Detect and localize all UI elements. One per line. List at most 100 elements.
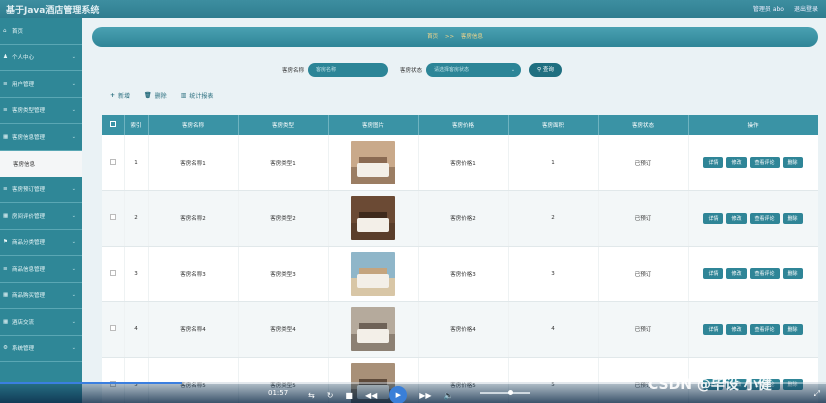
chevron-down-icon: ⌄ [71,265,76,272]
room-table: 索引 客房名称 客房类型 客房图片 客房价格 客房面积 客房状态 操作 1 客房名称1 客房类型1… [102,115,818,403]
sidebar-item[interactable]: ⌂ 首页 [0,18,82,45]
delete-row-button[interactable]: 删除 [782,268,803,280]
sidebar-item[interactable]: ⚙ 系统管理 ⌄ [0,336,82,362]
room-photo [351,307,395,352]
list-icon: ≡ [3,265,8,272]
main-content: 首页 >> 客房信息 客房名称 客房名称 客房状态 请选择客房状态 ⌄ ⚲ 查询… [82,18,826,403]
edit-button[interactable]: 修改 [726,212,747,224]
room-name-input[interactable]: 客房名称 [308,63,389,77]
delete-row-button[interactable]: 删除 [782,323,803,335]
stats-report-button[interactable]: ▥ 统计报表 [181,91,214,100]
video-control-buttons: ⇆ ↻ ■ ◀◀ ▶ ▶▶ 🔈 [308,386,454,403]
top-right-links: 管理员 abo 退出登录 [753,4,818,13]
grid-icon: ▦ [3,212,9,219]
grid-icon: ▦ [3,133,9,140]
volume-slider[interactable] [480,390,530,395]
room-status-select[interactable]: 请选择客房状态 ⌄ [426,63,522,77]
fullscreen-icon[interactable]: ⤢ [814,389,820,399]
edit-button[interactable]: 修改 [726,157,747,168]
play-button[interactable]: ▶ [389,386,408,403]
table-row: 2 客房名称2 客房类型2 客房价格2 2 已预订 详情 修改 查看评论 删除 [102,190,818,247]
row-checkbox-cell[interactable] [102,190,125,247]
detail-button[interactable]: 详情 [703,268,724,280]
room-price-cell: 客房价格2 [418,190,509,247]
sidebar-item-label: 系统管理 [12,346,35,353]
select-all-checkbox[interactable] [109,121,116,127]
chevron-down-icon: ⌄ [71,133,76,140]
add-button[interactable]: + 新增 [110,91,130,100]
room-photo-cell [328,246,419,302]
plus-icon: + [110,92,116,99]
detail-button[interactable]: 详情 [703,212,724,224]
delete-button-label: 删除 [154,93,167,100]
room-status-cell: 已预订 [598,135,689,191]
room-photo [351,251,395,296]
view-comments-button[interactable]: 查看评论 [749,157,780,168]
row-checkbox-cell[interactable] [102,135,125,191]
row-checkbox-cell[interactable] [102,301,125,358]
delete-button[interactable]: 🗑 删除 [144,91,167,100]
sidebar-item[interactable]: ▦ 商品购买管理 ⌄ [0,283,82,309]
column-header: 客房面积 [508,115,599,135]
volume-icon[interactable]: 🔈 [444,391,454,400]
admin-label[interactable]: 管理员 abo [753,4,784,13]
chevron-down-icon: ⌄ [71,318,76,325]
list-icon: ≡ [3,107,8,114]
select-all-checkbox-cell[interactable] [102,115,125,135]
delete-row-button[interactable]: 删除 [782,157,803,168]
search-button[interactable]: ⚲ 查询 [529,63,562,77]
sidebar-item-label: 客房类型管理 [12,108,46,115]
sidebar-item-label: 个人中心 [12,55,35,62]
breadcrumb: 首页 >> 客房信息 [92,27,818,47]
edit-button[interactable]: 修改 [726,268,747,280]
room-area-cell: 4 [508,301,599,358]
edit-button[interactable]: 修改 [726,323,747,335]
column-header: 客房价格 [418,115,509,135]
action-bar: + 新增 🗑 删除 ▥ 统计报表 [110,91,213,100]
view-comments-button[interactable]: 查看评论 [749,268,780,280]
sidebar-item[interactable]: ▦ 房间评价管理 ⌄ [0,203,82,230]
room-name-cell: 客房名称2 [148,190,239,247]
sidebar-item-label: 酒店交流 [12,319,35,326]
rewind-icon[interactable]: ◀◀ [365,391,377,400]
room-price-cell: 客房价格4 [418,301,509,358]
loop-icon[interactable]: ⇆ [308,391,315,400]
volume-knob[interactable] [507,390,513,395]
operations-cell: 详情修改查看评论删除 [688,135,818,191]
row-checkbox[interactable] [109,269,116,276]
sidebar-item-label: 商品信息管理 [12,266,46,273]
fast-forward-icon[interactable]: ▶▶ [419,391,431,400]
detail-button[interactable]: 详情 [703,157,724,168]
row-checkbox[interactable] [109,214,116,221]
logout-link[interactable]: 退出登录 [794,4,818,13]
photo-bed [357,218,389,233]
view-comments-button[interactable]: 查看评论 [749,323,780,335]
row-index: 4 [124,301,149,358]
breadcrumb-home[interactable]: 首页 [427,34,438,40]
sidebar-item[interactable]: ⚑ 商品分类管理 ⌄ [0,230,82,256]
column-header: 客房状态 [598,115,689,135]
sidebar-item[interactable]: ▦ 酒店交流 ⌄ [0,309,82,336]
sidebar-subitem-room-info[interactable]: 客房信息 [0,150,82,177]
sidebar-item[interactable]: ♟ 个人中心 ⌄ [0,45,82,71]
sidebar-item-label: 客房预订管理 [12,187,46,194]
sidebar-item[interactable]: ≡ 客房类型管理 ⌄ [0,98,82,124]
stop-icon[interactable]: ■ [345,391,353,400]
sidebar-item[interactable]: ≡ 客房预订管理 ⌄ [0,177,82,203]
delete-row-button[interactable]: 删除 [782,212,803,224]
table-row: 3 客房名称3 客房类型3 客房价格3 3 已预订 详情 修改 查看评论 删除 [102,246,818,302]
row-checkbox[interactable] [109,325,116,332]
sidebar-item[interactable]: ≡ 商品信息管理 ⌄ [0,256,82,283]
list-icon: ≡ [3,80,8,87]
sidebar-item-label: 房间评价管理 [12,213,46,220]
row-checkbox[interactable] [109,158,116,165]
row-checkbox-cell[interactable] [102,246,125,302]
view-comments-button[interactable]: 查看评论 [749,212,780,224]
sidebar-item[interactable]: ≡ 用户管理 ⌄ [0,71,82,98]
sidebar-item[interactable]: ▦ 客房信息管理 ⌄ [0,124,82,151]
trash-icon: 🗑 [144,92,152,99]
replay-icon[interactable]: ↻ [327,391,334,400]
detail-button[interactable]: 详情 [703,323,724,335]
sidebar-item-label: 首页 [12,28,24,35]
column-header: 客房名称 [148,115,239,135]
